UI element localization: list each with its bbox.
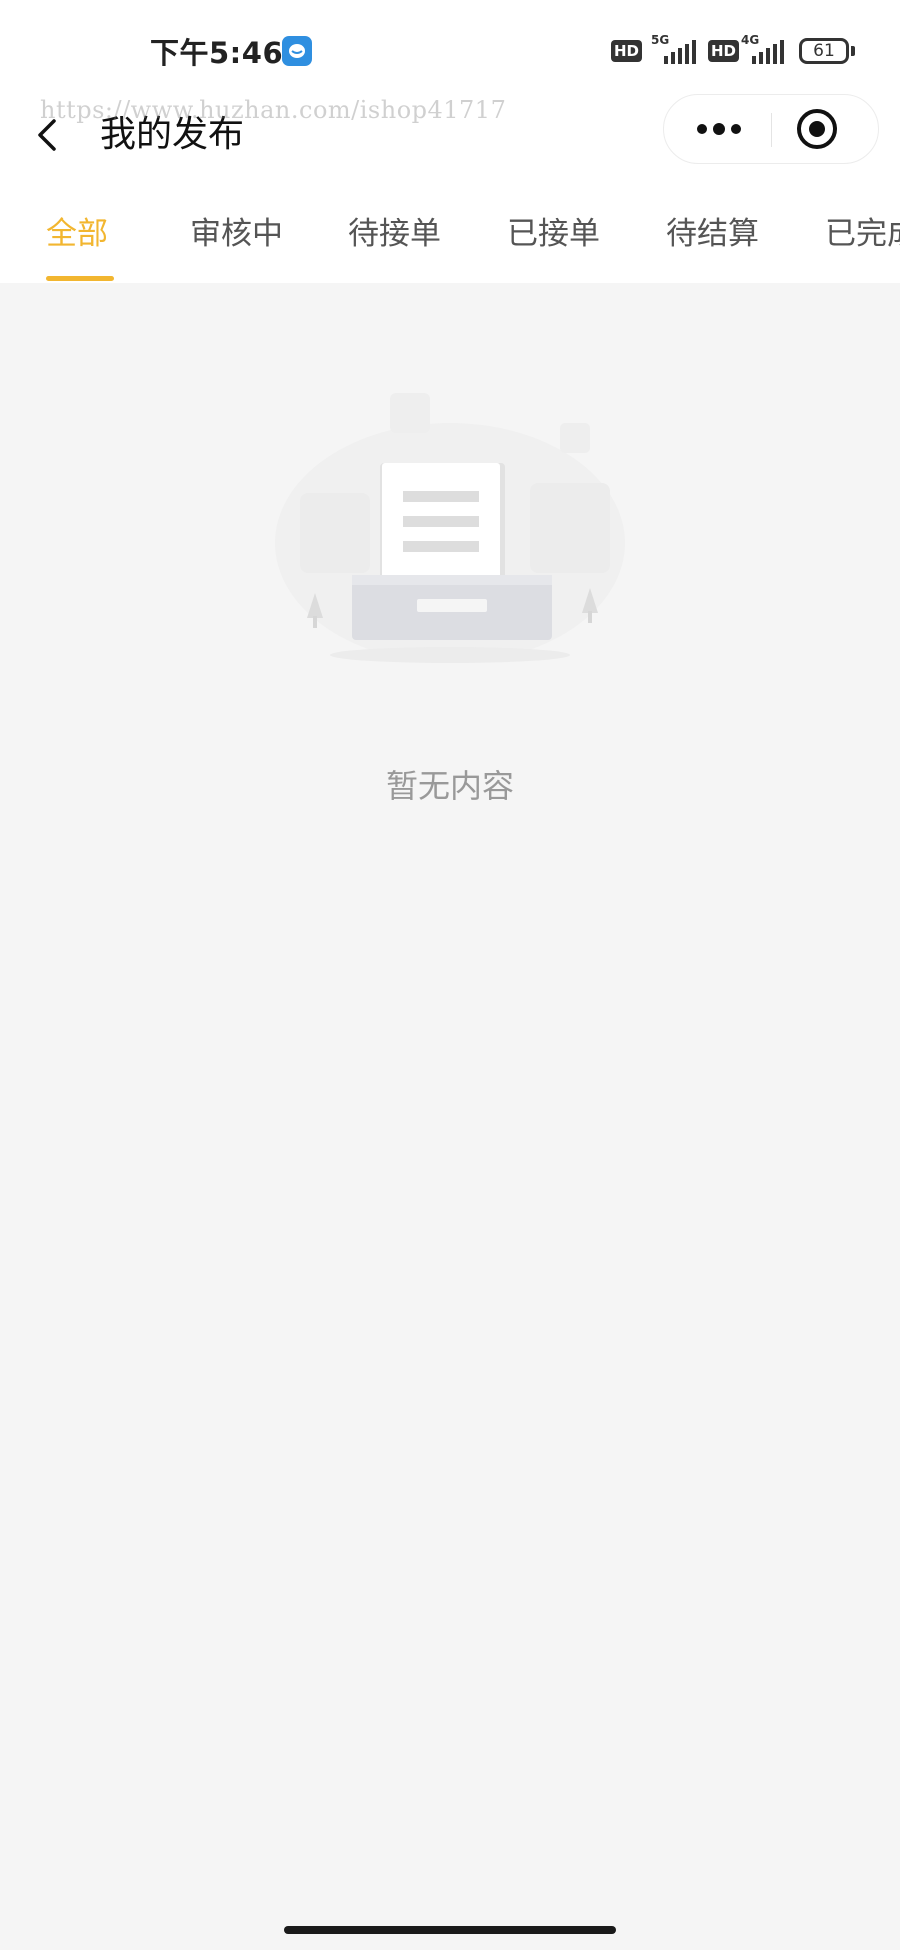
tab-accepted[interactable]: 已接单: [507, 212, 600, 256]
signal-strength-sim2-icon: [752, 40, 784, 64]
more-options-button[interactable]: [664, 95, 771, 163]
tab-under-review[interactable]: 审核中: [190, 212, 283, 256]
empty-state: 暂无内容: [0, 283, 900, 1883]
hd-badge-sim1: HD: [611, 40, 643, 62]
navigation-bar: 我的发布 https://www.huzhan.com/ishop41717: [0, 90, 900, 180]
status-time: 下午5:46: [150, 36, 284, 70]
empty-inbox-illustration-icon: [275, 393, 625, 663]
tab-all[interactable]: 全部: [46, 212, 108, 256]
close-mini-program-button[interactable]: [772, 95, 878, 163]
target-close-icon: [797, 109, 837, 149]
mini-program-capsule: [663, 94, 879, 164]
status-tab-bar: 全部 审核中 待接单 已接单 待结算 已完成: [0, 180, 900, 283]
more-dot-icon: [731, 124, 741, 134]
more-dot-icon: [697, 124, 707, 134]
tab-pending-accept[interactable]: 待接单: [348, 212, 441, 256]
signal-strength-sim1-icon: [664, 40, 696, 64]
battery-icon: 61: [799, 38, 849, 64]
active-tab-indicator: [46, 276, 114, 281]
battery-level: 61: [813, 41, 835, 61]
tab-pending-settlement[interactable]: 待结算: [666, 212, 759, 256]
status-bar: 下午5:46 HD 5G HD 4G 61: [0, 0, 900, 90]
more-dot-icon: [713, 123, 725, 135]
hd-badge-sim2: HD: [708, 40, 740, 62]
tab-completed[interactable]: 已完成: [825, 212, 900, 256]
watermark: https://www.huzhan.com/ishop41717: [40, 96, 507, 124]
empty-state-message: 暂无内容: [385, 767, 514, 805]
home-indicator[interactable]: [284, 1926, 616, 1934]
app-notification-icon: [282, 36, 312, 66]
battery-cap: [851, 46, 855, 56]
